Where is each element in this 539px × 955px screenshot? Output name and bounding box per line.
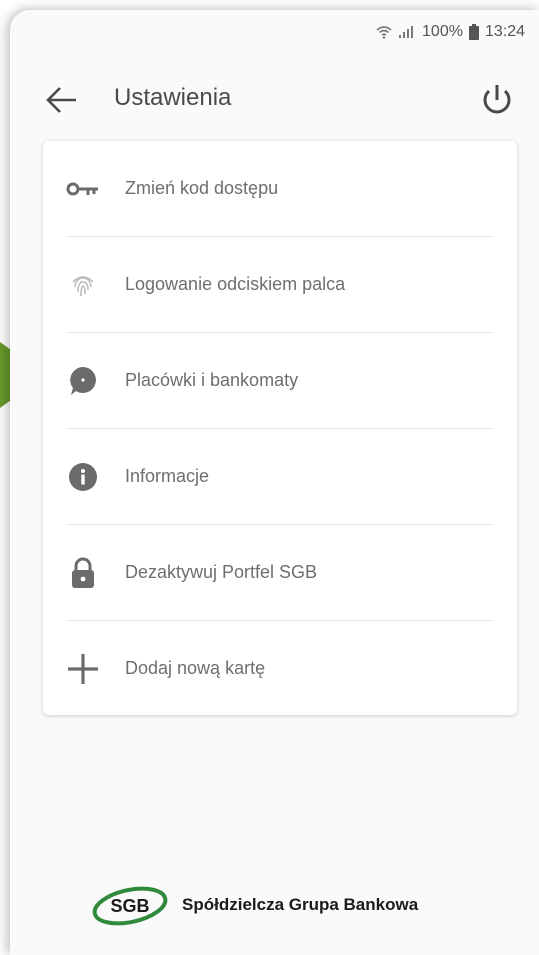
location-bubble-icon [63,361,103,401]
menu-item-fingerprint-login[interactable]: Logowanie odciskiem palca [43,237,517,332]
menu-item-add-card[interactable]: Dodaj nową kartę [43,621,517,716]
wifi-icon [376,26,392,39]
menu-item-label: Dodaj nową kartę [125,658,266,678]
lock-icon [63,553,103,593]
info-icon [63,457,103,497]
menu-item-label: Zmień kod dostępu [125,178,279,198]
key-icon [63,169,103,209]
arrow-left-icon [46,87,76,113]
menu-item-information[interactable]: Informacje [43,429,517,524]
plus-icon [63,649,103,689]
menu-item-label: Dezaktywuj Portfel SGB [125,562,318,582]
battery-percent: 100% [422,23,463,40]
back-button[interactable] [42,80,82,120]
battery-icon [468,24,479,40]
signal-icon [399,26,414,38]
menu-item-change-passcode[interactable]: Zmień kod dostępu [43,141,517,236]
brand-name: Spółdzielcza Grupa Bankowa [182,895,419,914]
page-title: Ustawienia [114,84,232,111]
fingerprint-icon [63,265,103,305]
menu-item-deactivate-wallet[interactable]: Dezaktywuj Portfel SGB [43,525,517,620]
phone-screen: 100% 13:24 Ustawienia Zmień kod dostępu … [10,10,539,955]
settings-card: Zmień kod dostępu Logowanie odciskiem pa… [43,141,517,715]
menu-item-label: Informacje [125,466,210,486]
menu-item-label: Placówki i bankomaty [125,370,299,390]
status-bar: 100% 13:24 [10,10,539,54]
app-bar: Ustawienia [10,72,539,128]
footer-brand: SGB Spółdzielcza Grupa Bankowa [88,875,418,935]
sgb-logo: SGB [92,886,168,926]
menu-item-branches-atms[interactable]: Placówki i bankomaty [43,333,517,428]
clock: 13:24 [484,23,525,40]
power-icon [483,85,511,114]
logo-text: SGB [110,896,149,916]
menu-item-label: Logowanie odciskiem palca [125,274,346,294]
logout-button[interactable] [475,78,519,122]
